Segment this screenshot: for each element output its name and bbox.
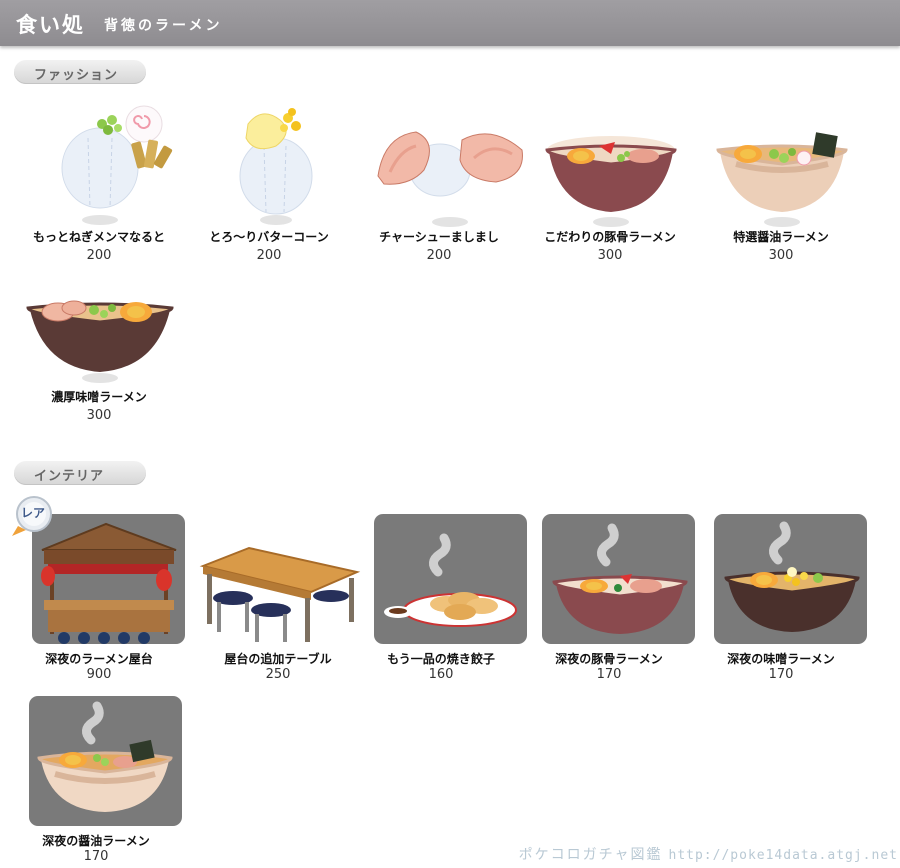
section-label-interior: インテリア [34,469,105,484]
item-price: 170 [768,667,794,682]
section-label-fashion: ファッション [34,68,119,83]
item-name: こだわりの豚骨ラーメン [544,230,676,244]
site-url: http://poke14data.atgj.net [668,848,898,863]
rare-badge-label: レア [21,506,46,520]
section-header-fashion: ファッション [14,60,146,84]
item-name: 特選醤油ラーメン [733,230,829,244]
chashu-image [377,131,523,227]
item-name: 濃厚味噌ラーメン [51,390,147,404]
section-header-interior: インテリア [14,461,146,485]
item-name: チャーシューましまし [379,230,499,244]
item-name: 深夜の味噌ラーメン [727,652,835,666]
item-price: 170 [83,849,109,864]
item-name: 深夜の豚骨ラーメン [555,652,663,666]
item-price: 250 [265,667,291,682]
negi-menma-naruto-image [61,105,173,225]
item-price: 300 [768,248,794,263]
butter-corn-image [239,108,313,225]
site-watermark: ポケコロガチャ図鑑 http://poke14data.atgj.net [519,844,898,864]
page-title: 食い処 [16,13,85,37]
item-name: とろ〜りバターコーン [209,230,329,244]
gyoza-image [384,533,517,627]
item-price: 200 [256,248,282,263]
late-night-miso-image [724,521,860,632]
shoyu-ramen-image [716,132,848,227]
tonkotsu-ramen-image [545,118,677,227]
item-name: 深夜のラーメン屋台 [45,652,153,666]
item-name: もっとねぎメンマなると [32,230,165,244]
page-header: 食い処 背徳のラーメン [0,0,900,46]
site-name: ポケコロガチャ図鑑 [518,847,663,863]
item-name: もう一品の焼き餃子 [387,652,495,666]
item-price: 300 [597,248,623,263]
item-price: 160 [428,667,454,682]
late-night-tonkotsu-image [552,523,688,634]
item-price: 900 [86,667,112,682]
item-price: 200 [426,248,452,263]
item-name: 屋台の追加テーブル [224,652,332,666]
late-night-shoyu-image [37,701,173,812]
miso-ramen-image [26,300,174,383]
page-subtitle: 背徳のラーメン [104,18,223,34]
item-price: 170 [596,667,622,682]
item-name: 深夜の醤油ラーメン [42,834,150,848]
yatai-table-image [199,546,361,642]
rare-badge: レア [12,496,56,536]
item-price: 300 [86,408,112,423]
